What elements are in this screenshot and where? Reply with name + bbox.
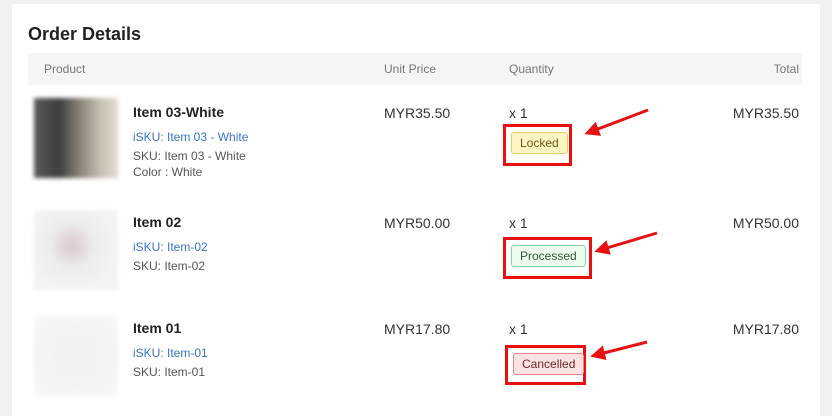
arrow-icon [594, 231, 658, 255]
arrow-icon [584, 108, 649, 136]
annotation-arrows [584, 108, 658, 361]
arrow-icon [590, 340, 648, 361]
